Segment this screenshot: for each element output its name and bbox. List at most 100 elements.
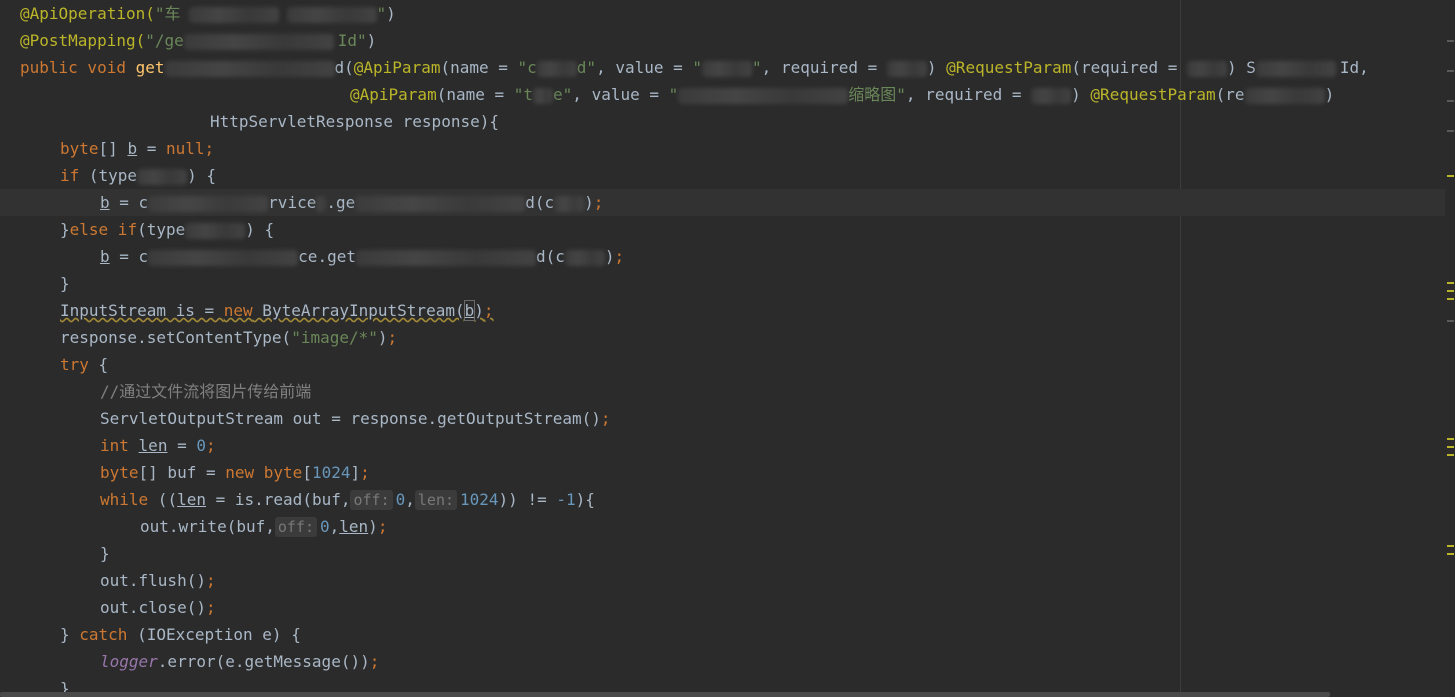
stripe-mark[interactable] bbox=[1447, 175, 1454, 177]
code-line-9[interactable]: }else if(type) { bbox=[60, 216, 274, 243]
keyword: byte bbox=[263, 463, 303, 482]
semicolon: ; bbox=[593, 193, 604, 212]
stripe-mark[interactable] bbox=[1447, 553, 1454, 555]
stripe-mark[interactable] bbox=[1447, 545, 1454, 547]
code-line-10[interactable]: b = c ce.get d(c); bbox=[100, 243, 624, 270]
stripe-mark[interactable] bbox=[1447, 282, 1454, 284]
code-text: ) bbox=[1324, 85, 1335, 104]
stripe-mark[interactable] bbox=[1447, 438, 1454, 440]
string: e" bbox=[553, 85, 573, 104]
keyword: try bbox=[60, 355, 89, 374]
code-line-12[interactable]: InputStream is = new ByteArrayInputStrea… bbox=[60, 297, 494, 324]
string: " bbox=[896, 85, 906, 104]
stripe-mark[interactable] bbox=[1447, 446, 1454, 448]
redacted-block bbox=[678, 87, 849, 104]
code-text: )) != bbox=[498, 490, 557, 509]
code-line-14[interactable]: try { bbox=[60, 351, 108, 378]
semicolon: ; bbox=[369, 652, 380, 671]
code-line-17[interactable]: int len = 0; bbox=[100, 432, 216, 459]
variable: b bbox=[100, 247, 110, 266]
code-text: out.flush() bbox=[100, 571, 206, 590]
code-line-1[interactable]: @ApiOperation("车 ") bbox=[20, 0, 396, 27]
code-text: (name = bbox=[436, 85, 514, 104]
redacted-block bbox=[188, 6, 279, 23]
param-hint-len: len: bbox=[414, 490, 458, 510]
code-line-18[interactable]: byte[] buf = new byte[1024]; bbox=[100, 459, 370, 486]
code-line-21[interactable]: } bbox=[100, 540, 110, 567]
code-text: response.setContentType( bbox=[60, 328, 292, 347]
redacted-block bbox=[137, 168, 188, 185]
code-text: .error(e.getMessage()) bbox=[157, 652, 370, 671]
string: "c bbox=[517, 58, 537, 77]
redacted-block bbox=[886, 60, 927, 77]
code-line-3[interactable]: public void get d(@ApiParam(name = "c d", … bbox=[20, 54, 1369, 81]
code-text: [] bbox=[98, 139, 128, 158]
code-line-5[interactable]: HttpServletResponse response){ bbox=[210, 108, 499, 135]
code-line-23[interactable]: out.close(); bbox=[100, 594, 216, 621]
code-line-8[interactable]: b = c rvice .ge d(c); bbox=[0, 189, 1455, 216]
redacted-block bbox=[185, 222, 246, 239]
variable: b bbox=[463, 300, 476, 321]
code-text: ) bbox=[368, 517, 378, 536]
code-line-22[interactable]: out.flush(); bbox=[100, 567, 216, 594]
stripe-mark[interactable] bbox=[1447, 70, 1454, 72]
code-text: , value = bbox=[572, 85, 669, 104]
stripe-mark[interactable] bbox=[1447, 454, 1454, 456]
stripe-mark[interactable] bbox=[1447, 130, 1454, 132]
code-line-13[interactable]: response.setContentType("image/*"); bbox=[60, 324, 397, 351]
semicolon: ; bbox=[387, 328, 398, 347]
code-text: rvice bbox=[268, 193, 317, 212]
string: d" bbox=[576, 58, 597, 77]
code-line-16[interactable]: ServletOutputStream out = response.getOu… bbox=[100, 405, 611, 432]
code-text: ) S bbox=[1227, 58, 1256, 77]
redacted-block bbox=[316, 195, 327, 212]
string: "/ge bbox=[145, 31, 184, 50]
stripe-mark[interactable] bbox=[1447, 290, 1454, 292]
code-text: , required = bbox=[761, 58, 887, 77]
code-text: ) { bbox=[187, 166, 216, 185]
redacted-block bbox=[1244, 87, 1325, 104]
code-line-2[interactable]: @PostMapping("/ge Id") bbox=[20, 27, 376, 54]
code-line-4[interactable]: @ApiParam(name = "t e", value = " 缩略图", re… bbox=[350, 81, 1334, 108]
code-text: d(c bbox=[535, 247, 565, 266]
code-text: ) bbox=[604, 247, 615, 266]
redacted-block bbox=[533, 87, 554, 104]
code-text: (type bbox=[137, 220, 186, 239]
code-line-19[interactable]: while ((len = is.read(buf, off: 0, len: 1024… bbox=[100, 486, 595, 513]
stripe-mark[interactable] bbox=[1447, 40, 1454, 42]
code-line-15[interactable]: //通过文件流将图片传给前端 bbox=[100, 378, 311, 405]
variable: b bbox=[100, 193, 110, 212]
redacted-block bbox=[1187, 60, 1227, 77]
string: Id" bbox=[337, 31, 367, 50]
code-text: ByteArrayInputStream( bbox=[252, 301, 465, 320]
code-line-25[interactable]: logger.error(e.getMessage()); bbox=[100, 648, 379, 675]
stripe-mark[interactable] bbox=[1447, 100, 1454, 102]
stripe-mark[interactable] bbox=[1447, 298, 1454, 300]
code-text: InputStream is = bbox=[60, 301, 224, 320]
semicolon: ; bbox=[205, 571, 216, 590]
keyword: if bbox=[60, 166, 80, 185]
code-text: ] bbox=[350, 463, 361, 482]
redacted-block bbox=[355, 249, 536, 266]
code-text: d( bbox=[334, 58, 354, 77]
param-hint-off: off: bbox=[274, 517, 317, 537]
code-text: out.write(buf, bbox=[140, 517, 275, 536]
code-text: = c bbox=[109, 193, 149, 212]
error-stripe-scrollbar[interactable] bbox=[1445, 0, 1455, 697]
semicolon: ; bbox=[205, 598, 216, 617]
code-editor[interactable]: @ApiOperation("车 ") @PostMapping("/ge Id")… bbox=[0, 0, 1455, 697]
horizontal-scrollbar[interactable] bbox=[0, 692, 1330, 697]
semicolon: ; bbox=[204, 139, 215, 158]
code-text: ) { bbox=[245, 220, 275, 239]
redacted-block bbox=[564, 249, 605, 266]
punct: ) bbox=[386, 4, 396, 23]
code-line-6[interactable]: byte[] b = null; bbox=[60, 135, 214, 162]
code-line-24[interactable]: } catch (IOException e) { bbox=[60, 621, 301, 648]
stripe-mark[interactable] bbox=[1447, 320, 1454, 322]
variable: len bbox=[177, 490, 206, 509]
redacted-block bbox=[164, 60, 335, 77]
code-line-20[interactable]: out.write(buf, off: 0,len); bbox=[140, 513, 387, 540]
code-line-11[interactable]: } bbox=[60, 270, 70, 297]
semicolon: ; bbox=[483, 301, 494, 320]
code-line-7[interactable]: if (type) { bbox=[60, 162, 216, 189]
